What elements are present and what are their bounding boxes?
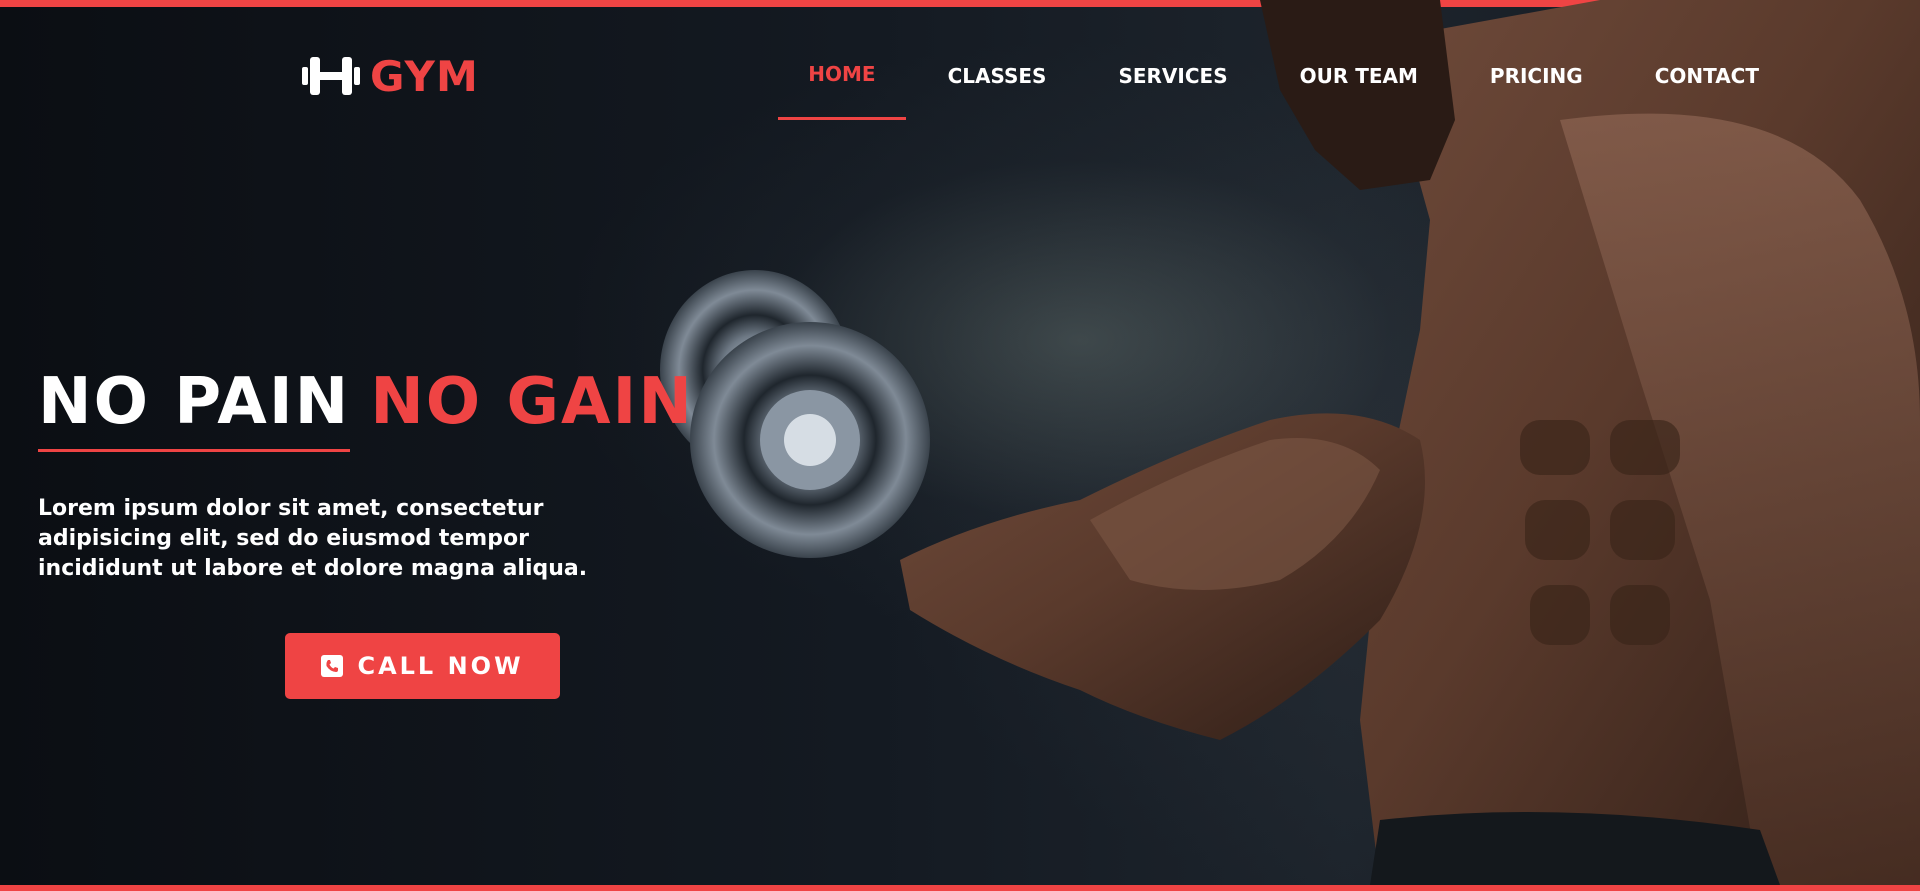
- main-nav: HOME CLASSES SERVICES OUR TEAM PRICING C…: [766, 56, 1789, 120]
- call-now-label: CALL NOW: [357, 652, 524, 680]
- headline-part-white: NO PAIN: [38, 365, 351, 452]
- nav-item-services[interactable]: SERVICES: [1088, 56, 1257, 100]
- nav-item-our-team[interactable]: OUR TEAM: [1270, 56, 1448, 100]
- call-now-button[interactable]: CALL NOW: [285, 633, 560, 699]
- logo-text: GYM: [370, 51, 479, 101]
- gym-landing-page: GYM HOME CLASSES SERVICES OUR TEAM PRICI…: [0, 0, 1920, 891]
- nav-item-pricing[interactable]: PRICING: [1460, 56, 1613, 100]
- bottom-accent-bar: [0, 885, 1920, 891]
- hero-description: Lorem ipsum dolor sit amet, consectetur …: [38, 496, 588, 581]
- brand-logo[interactable]: GYM: [300, 50, 479, 102]
- headline-part-red: NO GAIN: [370, 365, 694, 439]
- hero-headline: NO PAIN NO GAIN: [38, 365, 694, 452]
- hero-athlete-image: [660, 0, 1920, 885]
- nav-item-home[interactable]: HOME: [778, 58, 906, 120]
- nav-item-contact[interactable]: CONTACT: [1625, 56, 1789, 100]
- phone-icon: [321, 655, 344, 677]
- nav-item-classes[interactable]: CLASSES: [918, 56, 1077, 100]
- dumbbell-icon: [302, 57, 360, 95]
